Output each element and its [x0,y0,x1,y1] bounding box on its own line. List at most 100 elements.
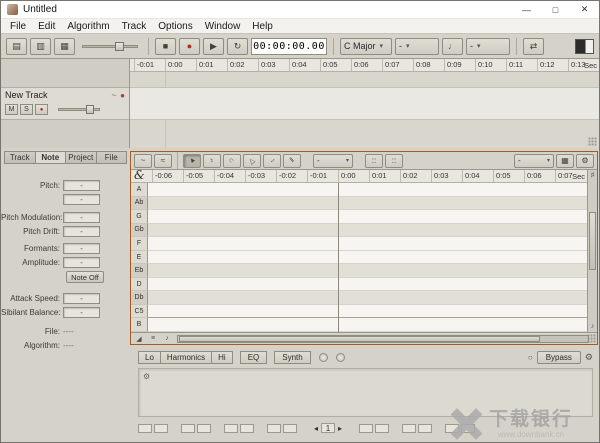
note-lane[interactable] [148,196,587,211]
field-value[interactable]: - [63,307,100,318]
note-lane[interactable] [148,183,587,197]
track-lane[interactable] [130,87,599,120]
editor-tool-button[interactable]: △ [243,153,261,168]
note-lane[interactable] [148,210,587,224]
panel-toggle-button[interactable] [575,38,594,54]
menu-item[interactable]: Help [246,21,279,32]
horizontal-scrollbar[interactable] [177,334,589,343]
macro-value-box[interactable] [418,423,433,433]
note-lane[interactable] [148,223,587,238]
minimize-button[interactable]: — [512,1,541,18]
macro-value-box[interactable] [359,423,374,433]
prev-page-button[interactable]: ◂ [314,424,318,433]
inspector-tab[interactable]: Note [35,151,66,164]
cycle-button[interactable]: ↻ [227,37,248,55]
note-lane[interactable] [148,237,587,251]
editor-bottom-icon[interactable]: ♪ [161,334,173,343]
macro-value-box[interactable] [181,423,195,433]
bypass-button[interactable]: Bypass [536,351,581,364]
maximize-button[interactable]: □ [541,1,570,18]
editor-ruler[interactable]: Sec -0:06 -0:05 -0:04 -0:03 -0:02 -0:01 0:00 0:… [131,170,587,183]
macro-value-box[interactable] [138,423,152,433]
field-value[interactable]: - [63,180,100,191]
macro-value-box[interactable] [267,423,281,433]
note-lane[interactable] [148,318,587,333]
scroll-up-icon[interactable]: ♯ [588,172,597,179]
editor-tool-button[interactable]: ▲ [183,153,201,168]
metronome-button[interactable]: ♩ [442,37,463,55]
synth-tab[interactable]: Synth [274,351,311,364]
menu-item[interactable]: Window [199,21,247,32]
editor-bottom-icon[interactable]: ◢ [133,334,145,343]
zoom-grip[interactable] [587,334,596,343]
record-arm-icon[interactable]: ● [120,91,125,100]
grid-icon[interactable]: ▦ [556,153,574,168]
sound-editor-display[interactable]: ⚙ [138,368,593,417]
editor-tool-button[interactable]: ‖ [283,153,301,168]
macro-value-box[interactable] [154,423,168,433]
editor-tool-button[interactable]: ♪ [203,153,221,168]
field-value[interactable]: - [63,194,100,205]
horizontal-scroll-thumb[interactable] [179,335,540,342]
next-page-button[interactable]: ▸ [338,424,342,433]
time-grid-button[interactable]: :: [385,153,403,168]
macro-value-box[interactable] [224,423,238,433]
key-select[interactable]: C Major ▾ [340,37,392,55]
field-value[interactable]: - [63,243,100,254]
menu-item[interactable]: Edit [32,21,61,32]
mix-knob[interactable] [318,353,328,362]
vertical-scrollbar[interactable]: ♯ ♪ [587,170,597,332]
display-settings-icon[interactable]: ⚙ [143,372,150,381]
note-lane[interactable] [148,291,587,305]
volume-slider[interactable] [58,105,100,114]
zoom-grip[interactable] [588,137,597,146]
field-value[interactable]: - [63,226,100,237]
algorithm-icon[interactable]: ~ [111,91,116,100]
inspector-tab[interactable]: Project [66,151,97,164]
inspector-tab[interactable]: Track [4,151,36,164]
inspector-tab[interactable]: File [96,151,127,164]
macro-control[interactable] [181,423,211,433]
note-lane[interactable] [148,304,587,319]
track-record-button[interactable]: ● [35,104,48,115]
band-tab[interactable]: Harmonics [160,351,213,364]
macro-value-box[interactable] [240,423,254,433]
gear-icon[interactable]: ⚙ [585,352,593,363]
macro-control[interactable] [359,423,390,433]
stop-button[interactable]: ■ [155,37,176,55]
reference-select[interactable]: - ▾ [466,37,510,55]
tempo-slider[interactable] [82,41,138,51]
note-lane[interactable] [148,264,587,278]
gear-icon[interactable]: ⚙ [576,153,594,168]
macro-value-box[interactable] [445,423,460,433]
time-macro-button[interactable]: ≈ [154,153,172,168]
macro-value-box[interactable] [197,423,211,433]
menu-item[interactable]: Track [116,21,153,32]
editor-tool-button[interactable]: ∩ [223,153,241,168]
field-value[interactable]: - [63,293,100,304]
view-button[interactable]: ▥ [30,37,51,55]
note-lane[interactable] [148,250,587,265]
macro-control[interactable] [402,423,433,433]
band-tab[interactable]: Hi [212,351,233,364]
record-button[interactable]: ● [179,37,200,55]
macro-value-box[interactable] [461,423,476,433]
menu-item[interactable]: Options [152,21,198,32]
tempo-select[interactable]: - ▾ [395,37,439,55]
slider-thumb[interactable] [115,41,124,51]
macro-value-box[interactable] [375,423,390,433]
vertical-scroll-thumb[interactable] [589,212,596,270]
arrangement-lanes[interactable] [130,72,599,148]
auto-scroll-button[interactable]: ⇄ [523,37,544,55]
volume-thumb[interactable] [86,105,94,114]
menu-item[interactable]: Algorithm [61,21,115,32]
note-lane[interactable] [148,277,587,292]
scroll-down-icon[interactable]: ♪ [588,323,597,330]
pitch-macro-button[interactable]: ~ [134,153,152,168]
eq-tab[interactable]: EQ [239,351,268,364]
play-button[interactable]: ▶ [203,37,224,55]
note-off-button[interactable]: Note Off [66,271,104,283]
amount-knob[interactable] [335,353,345,362]
scale-select[interactable]: - ▾ [514,153,554,168]
solo-button[interactable]: S [20,104,33,115]
